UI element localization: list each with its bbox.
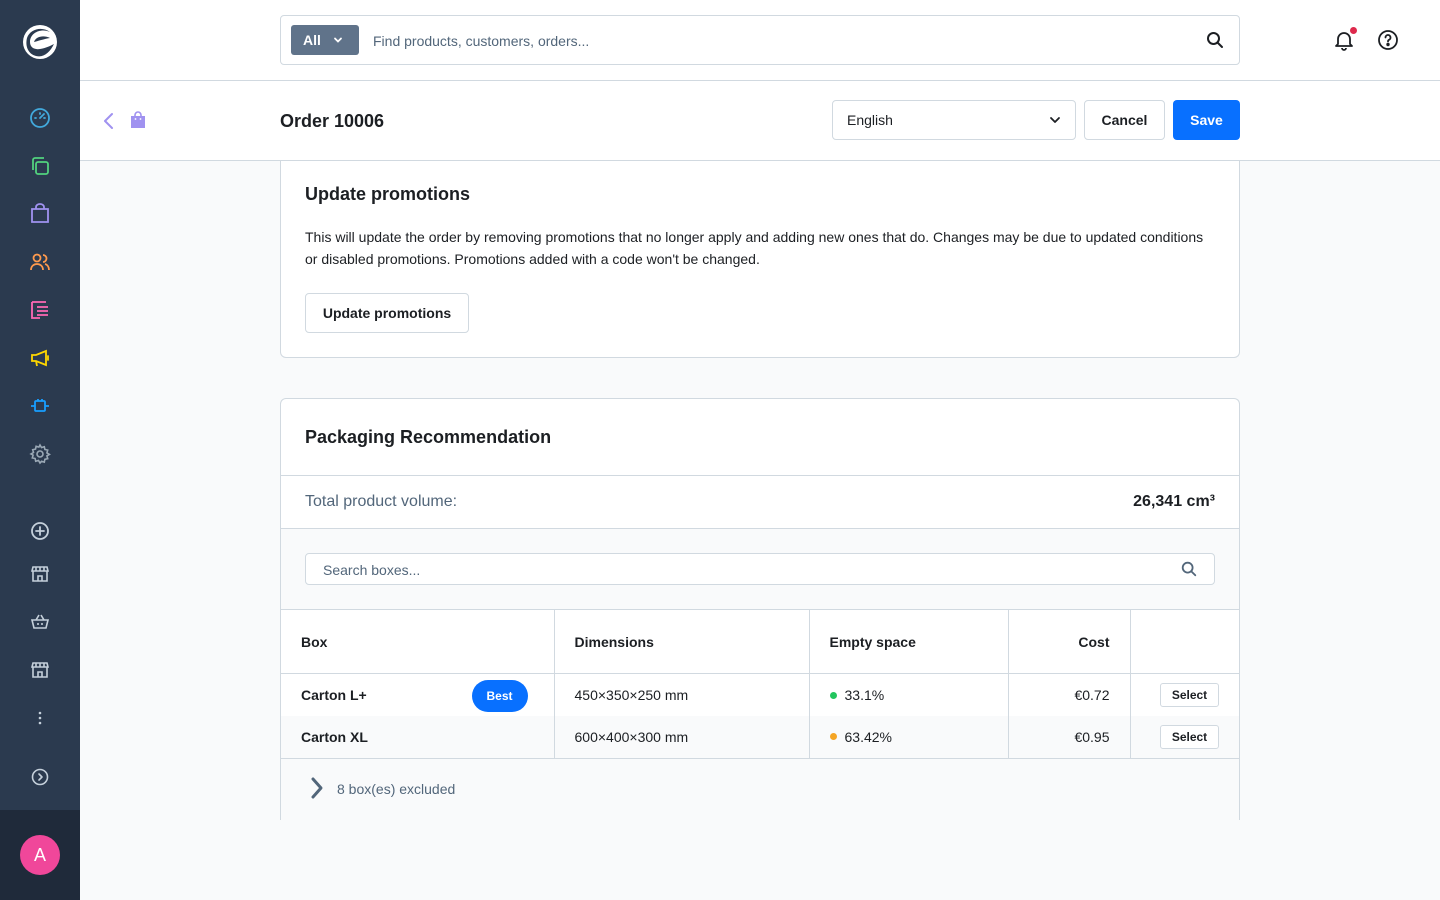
sidebar: A (0, 0, 80, 900)
table-row: Carton L+ Best 450×350×250 mm 33.1% €0.7… (281, 673, 1239, 716)
dimensions-cell: 600×400×300 mm (554, 715, 810, 758)
notification-indicator (1350, 27, 1357, 34)
best-badge: Best (471, 680, 528, 712)
global-search-input[interactable] (373, 28, 1173, 54)
update-promotions-description: This will update the order by removing p… (305, 229, 1204, 267)
marketing-icon[interactable] (27, 345, 53, 371)
box-search-field (305, 553, 1215, 585)
page-title: Order 10006 (280, 111, 385, 131)
page-title-bar: Order 10006 English Cancel Save (80, 81, 1440, 161)
cancel-button[interactable]: Cancel (1084, 100, 1165, 140)
table-header-row: Box Dimensions Empty space Cost (281, 609, 1239, 674)
shopware-logo-icon[interactable] (20, 22, 60, 62)
excluded-boxes-label: 8 box(es) excluded (337, 781, 456, 797)
expand-icon[interactable] (27, 764, 53, 790)
update-promotions-button[interactable]: Update promotions (305, 293, 469, 333)
divider (281, 475, 1239, 476)
excluded-boxes-toggle[interactable]: 8 box(es) excluded (281, 758, 1239, 820)
select-box-button[interactable]: Select (1160, 724, 1219, 749)
back-arrow-icon[interactable] (100, 111, 118, 131)
column-header-actions (1130, 610, 1239, 674)
empty-space-value: 33.1% (844, 686, 885, 703)
basket-icon[interactable] (27, 609, 53, 635)
chevron-right-icon (311, 777, 323, 799)
empty-space-cell: 33.1% (809, 673, 1009, 716)
save-button[interactable]: Save (1173, 100, 1240, 140)
settings-icon[interactable] (27, 441, 53, 467)
dashboard-icon[interactable] (27, 105, 53, 131)
table-row: Carton XL 600×400×300 mm 63.42% €0.95 Se… (281, 715, 1239, 758)
search-type-label: All (303, 32, 321, 48)
empty-space-value: 63.42% (844, 728, 892, 745)
dimensions-cell: 450×350×250 mm (554, 673, 810, 716)
orders-bag-icon (131, 111, 145, 128)
total-volume-value: 26,341 cm³ (1133, 493, 1215, 510)
box-search-area (281, 529, 1239, 609)
language-select[interactable]: English (832, 100, 1076, 140)
chevron-down-icon (1050, 117, 1060, 123)
status-dot (829, 691, 837, 699)
cost-cell: €0.72 (1008, 673, 1131, 716)
sidebar-footer: A (0, 810, 80, 900)
extensions-icon[interactable] (27, 393, 53, 419)
status-dot (829, 733, 837, 741)
storefront-icon[interactable] (27, 561, 53, 587)
catalogues-icon[interactable] (27, 153, 53, 179)
update-promotions-title: Update promotions (305, 184, 470, 204)
language-select-value: English (847, 112, 893, 128)
help-icon[interactable] (1377, 29, 1399, 51)
action-cell: Select (1130, 674, 1239, 716)
search-icon[interactable] (1205, 30, 1225, 50)
select-box-button[interactable]: Select (1160, 682, 1219, 707)
column-header-box[interactable]: Box (281, 609, 555, 674)
more-icon[interactable] (27, 705, 53, 731)
box-cell: Carton L+ Best (281, 673, 555, 716)
global-search: All (280, 15, 1240, 65)
box-search-input[interactable] (323, 560, 1163, 580)
column-header-empty-space[interactable]: Empty space (809, 609, 1009, 674)
column-header-cost[interactable]: Cost (1008, 609, 1131, 674)
cost-cell: €0.95 (1008, 715, 1131, 758)
update-promotions-card: Update promotions This will update the o… (280, 161, 1240, 358)
box-name: Carton XL (301, 728, 368, 745)
empty-space-cell: 63.42% (809, 715, 1009, 758)
box-name: Carton L+ (301, 686, 367, 703)
orders-icon[interactable] (27, 201, 53, 227)
storefront-2-icon[interactable] (27, 657, 53, 683)
column-header-dimensions[interactable]: Dimensions (554, 609, 810, 674)
search-icon[interactable] (1180, 560, 1198, 578)
search-type-select[interactable]: All (291, 25, 359, 55)
packaging-recommendation-card: Packaging Recommendation Total product v… (280, 398, 1240, 820)
action-cell: Select (1130, 716, 1239, 758)
box-table: Box Dimensions Empty space Cost Carton L… (281, 609, 1239, 758)
add-channel-icon[interactable] (27, 518, 53, 544)
customers-icon[interactable] (27, 249, 53, 275)
chevron-down-icon (333, 37, 342, 43)
avatar[interactable]: A (20, 835, 60, 875)
packaging-title: Packaging Recommendation (305, 427, 552, 447)
top-bar: All (80, 0, 1440, 81)
total-volume-label: Total product volume: (305, 493, 458, 510)
box-cell: Carton XL (281, 715, 555, 758)
content-icon[interactable] (27, 297, 53, 323)
